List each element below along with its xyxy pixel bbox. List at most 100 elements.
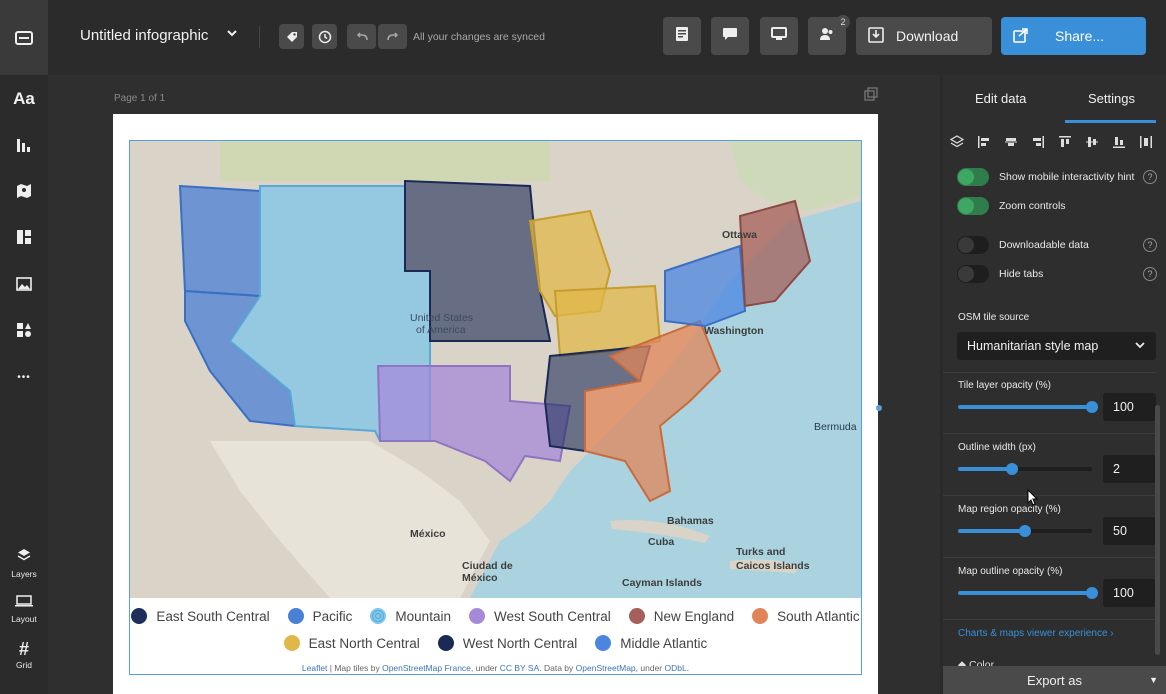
region-opacity-slider[interactable] (958, 525, 1092, 537)
tag-icon[interactable] (279, 24, 304, 49)
outline-width-input[interactable]: 2 (1103, 455, 1156, 483)
more-icon[interactable]: ••• (0, 365, 48, 389)
tab-edit-data[interactable]: Edit data (975, 91, 1026, 106)
map-legend: East South Central Pacific Mountain West So… (130, 598, 861, 674)
share-icon (1013, 27, 1029, 46)
map-icon[interactable] (0, 179, 48, 203)
slider-thumb[interactable] (1019, 525, 1031, 537)
present-button[interactable] (760, 17, 798, 55)
help-icon[interactable]: ? (1143, 238, 1157, 252)
legend-item[interactable]: East South Central (131, 608, 270, 624)
redo-icon[interactable] (378, 24, 407, 49)
layout-button[interactable]: Layout (0, 591, 48, 627)
comments-button[interactable] (711, 17, 749, 55)
align-middle-icon[interactable] (1078, 130, 1105, 154)
undo-icon[interactable] (347, 24, 376, 49)
align-top-icon[interactable] (1051, 130, 1078, 154)
zoom-controls-toggle[interactable] (957, 197, 989, 215)
download-label: Download (896, 28, 959, 44)
legend-swatch (283, 635, 300, 651)
osm-france-link[interactable]: OpenStreetMap France (382, 663, 471, 673)
panel-scrollbar[interactable] (1155, 405, 1160, 655)
outline-width-slider[interactable] (958, 463, 1092, 475)
grid-button[interactable]: # Grid (0, 637, 48, 673)
odbl-link[interactable]: ODbL (665, 663, 687, 673)
toolbar-divider (259, 26, 260, 48)
export-as-button[interactable]: Export as ▼ (943, 666, 1166, 694)
legend-item[interactable]: Mountain (370, 608, 451, 624)
leaflet-link[interactable]: Leaflet (302, 663, 328, 673)
legend-item[interactable]: New England (628, 608, 734, 624)
outline-opacity-input[interactable]: 100 (1103, 579, 1156, 607)
tile-opacity-label: Tile layer opacity (%) (958, 380, 1051, 391)
align-right-icon[interactable] (1024, 130, 1051, 154)
legend-swatch (287, 608, 304, 624)
osm-link[interactable]: OpenStreetMap (576, 663, 636, 673)
map-view[interactable]: United States of America Ottawa Washingto… (130, 141, 861, 598)
left-sidebar: Aa ••• Layers Layout # Grid (0, 75, 48, 694)
image-icon[interactable] (0, 272, 48, 296)
text-icon[interactable]: Aa (0, 87, 48, 111)
legend-item[interactable]: Middle Atlantic (595, 635, 707, 651)
align-center-h-icon[interactable] (997, 130, 1024, 154)
osm-tile-source-select[interactable]: Humanitarian style map (957, 332, 1156, 360)
canada-west (220, 141, 550, 181)
map-widget[interactable]: United States of America Ottawa Washingto… (129, 140, 862, 675)
align-left-icon[interactable] (970, 130, 997, 154)
help-icon[interactable]: ? (1143, 267, 1157, 281)
legend-item[interactable]: West North Central (437, 635, 577, 651)
layers-button[interactable]: Layers (0, 545, 48, 581)
downloadable-data-toggle[interactable] (957, 236, 989, 254)
share-button[interactable]: Share... (1001, 17, 1146, 55)
distribute-icon[interactable] (1132, 130, 1159, 154)
mobile-hint-toggle[interactable] (957, 168, 989, 186)
align-bottom-icon[interactable] (1105, 130, 1132, 154)
shapes-icon[interactable] (0, 318, 48, 342)
slider-thumb[interactable] (1005, 463, 1018, 475)
cc-link[interactable]: CC BY SA (500, 663, 540, 673)
chart-icon[interactable] (0, 133, 48, 157)
option-zoom-controls[interactable]: Zoom controls (957, 196, 1157, 216)
option-label: Downloadable data (999, 239, 1089, 251)
sync-status: All your changes are synced (413, 31, 545, 43)
download-button[interactable]: Download (856, 17, 992, 55)
legend-item[interactable]: East North Central (283, 635, 420, 651)
app-window: Untitled infographic All your changes ar… (0, 0, 1166, 694)
legend-row: East South Central Pacific Mountain West So… (130, 608, 861, 624)
outline-opacity-slider[interactable] (958, 587, 1098, 599)
tile-opacity-slider[interactable] (958, 401, 1098, 413)
outline-width-label: Outline width (px) (958, 442, 1036, 453)
layers-stack-icon[interactable] (943, 130, 970, 154)
option-downloadable-data[interactable]: Downloadable data ? (957, 235, 1157, 255)
slider-thumb[interactable] (1086, 401, 1098, 413)
tab-settings[interactable]: Settings (1088, 91, 1135, 106)
duplicate-page-icon[interactable] (864, 87, 878, 106)
hide-tabs-toggle[interactable] (957, 265, 989, 283)
option-hide-tabs[interactable]: Hide tabs ? (957, 264, 1157, 284)
region-opacity-input[interactable]: 50 (1103, 517, 1156, 545)
attribution-text: , under (470, 663, 500, 673)
chevron-down-icon[interactable] (226, 26, 238, 42)
osm-tile-source-value: Humanitarian style map (967, 339, 1099, 353)
legend-item[interactable]: West South Central (468, 608, 611, 624)
panel-tabs: Edit data Settings (943, 75, 1166, 123)
widgets-icon[interactable] (0, 225, 48, 249)
viewer-experience-link[interactable]: Charts & maps viewer experience › (958, 628, 1114, 639)
legend-swatch (370, 608, 387, 624)
option-mobile-hint[interactable]: Show mobile interactivity hint ? (957, 167, 1157, 187)
option-label: Hide tabs (999, 268, 1044, 280)
document-title[interactable]: Untitled infographic (80, 27, 208, 44)
history-icon[interactable] (312, 24, 337, 49)
notes-button[interactable] (663, 17, 701, 55)
legend-item[interactable]: Pacific (287, 608, 352, 624)
legend-swatch (131, 608, 148, 624)
map-label-bermuda: Bermuda (814, 421, 857, 433)
home-icon[interactable] (0, 0, 48, 75)
legend-item[interactable]: South Atlantic (752, 608, 860, 624)
layout-icon (15, 594, 33, 612)
resize-handle[interactable] (876, 405, 882, 411)
tile-opacity-input[interactable]: 100 (1103, 393, 1156, 421)
slider-thumb[interactable] (1086, 587, 1098, 599)
share-label: Share... (1055, 28, 1105, 44)
help-icon[interactable]: ? (1143, 170, 1157, 184)
